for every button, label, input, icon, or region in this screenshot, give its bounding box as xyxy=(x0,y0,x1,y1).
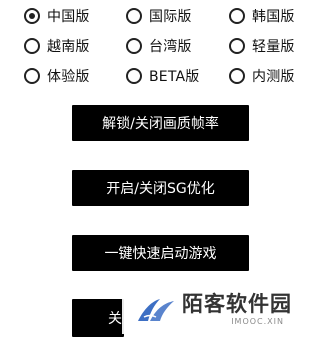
radio-label: BETA版 xyxy=(149,69,200,85)
radio-label: 韩国版 xyxy=(252,9,295,25)
radio-unchecked-icon xyxy=(126,8,142,24)
radio-unchecked-icon xyxy=(229,8,245,24)
radio-option-taiwan[interactable]: 台湾版 xyxy=(126,33,192,59)
close-button[interactable]: 关 xyxy=(72,299,124,337)
wing-logo-icon xyxy=(138,299,174,321)
radio-option-internal-test[interactable]: 内测版 xyxy=(229,63,295,89)
version-selector-screen: 中国版 国际版 韩国版 越南版 台湾版 轻量版 体验版 BETA版 内测版 解锁… xyxy=(0,0,320,339)
watermark: 陌客软件园 IMOOC.XIN xyxy=(122,286,312,334)
unlock-quality-button[interactable]: 解锁/关闭画质帧率 xyxy=(72,105,249,141)
watermark-subtitle: IMOOC.XIN xyxy=(231,317,284,326)
radio-unchecked-icon xyxy=(24,38,40,54)
radio-option-international[interactable]: 国际版 xyxy=(126,3,192,29)
sg-optimize-button[interactable]: 开启/关闭SG优化 xyxy=(72,170,249,206)
radio-label: 中国版 xyxy=(47,9,90,25)
radio-label: 轻量版 xyxy=(252,39,295,55)
radio-option-trial[interactable]: 体验版 xyxy=(24,63,90,89)
quick-launch-button[interactable]: 一键快速启动游戏 xyxy=(72,235,249,271)
radio-checked-icon xyxy=(24,8,40,24)
radio-unchecked-icon xyxy=(126,38,142,54)
radio-option-korea[interactable]: 韩国版 xyxy=(229,3,295,29)
radio-option-vietnam[interactable]: 越南版 xyxy=(24,33,90,59)
radio-label: 体验版 xyxy=(47,69,90,85)
radio-unchecked-icon xyxy=(229,38,245,54)
radio-unchecked-icon xyxy=(24,68,40,84)
watermark-text: 陌客软件园 IMOOC.XIN xyxy=(182,292,292,328)
radio-unchecked-icon xyxy=(126,68,142,84)
radio-label: 台湾版 xyxy=(149,39,192,55)
radio-label: 国际版 xyxy=(149,9,192,25)
radio-label: 越南版 xyxy=(47,39,90,55)
watermark-title: 陌客软件园 xyxy=(182,291,292,316)
radio-option-beta[interactable]: BETA版 xyxy=(126,63,200,89)
radio-unchecked-icon xyxy=(229,68,245,84)
radio-option-lite[interactable]: 轻量版 xyxy=(229,33,295,59)
radio-label: 内测版 xyxy=(252,69,295,85)
radio-option-china[interactable]: 中国版 xyxy=(24,3,90,29)
